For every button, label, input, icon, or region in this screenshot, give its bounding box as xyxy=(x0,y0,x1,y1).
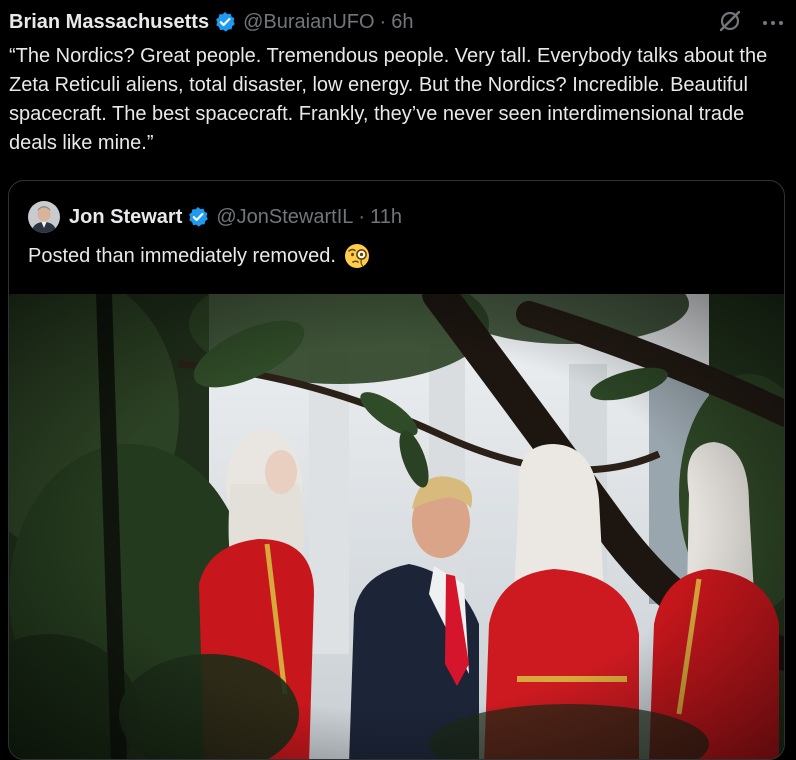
quoted-tweet-card[interactable]: Jon Stewart @JonStewartIL · 11h Posted t… xyxy=(8,180,785,760)
face-with-monocle-emoji xyxy=(344,243,370,269)
quote-author-handle[interactable]: @JonStewartIL xyxy=(216,206,353,229)
grok-icon[interactable] xyxy=(718,9,742,33)
quote-author-name[interactable]: Jon Stewart xyxy=(69,206,182,229)
tweet-header: Brian Massachusetts @BuraianUFO · 6h xyxy=(9,8,413,36)
embedded-photo[interactable] xyxy=(9,294,784,759)
quote-text-row: Posted than immediately removed. xyxy=(28,241,370,271)
quote-header: Jon Stewart @JonStewartIL · 11h xyxy=(28,200,402,234)
tweet-text: “The Nordics? Great people. Tremendous p… xyxy=(9,45,773,154)
more-options-icon[interactable] xyxy=(760,10,786,34)
quote-timestamp[interactable]: 11h xyxy=(370,206,402,229)
separator-dot: · xyxy=(379,10,387,33)
verified-badge-icon xyxy=(214,11,236,33)
avatar[interactable] xyxy=(28,201,60,233)
quote-text: Posted than immediately removed. xyxy=(28,245,336,267)
tweet[interactable]: Brian Massachusetts @BuraianUFO · 6h “Th… xyxy=(0,0,796,760)
verified-badge-icon xyxy=(187,206,209,228)
separator-dot: · xyxy=(358,205,366,228)
author-name[interactable]: Brian Massachusetts xyxy=(9,11,209,34)
author-handle[interactable]: @BuraianUFO xyxy=(243,11,374,34)
timestamp[interactable]: 6h xyxy=(391,11,413,34)
